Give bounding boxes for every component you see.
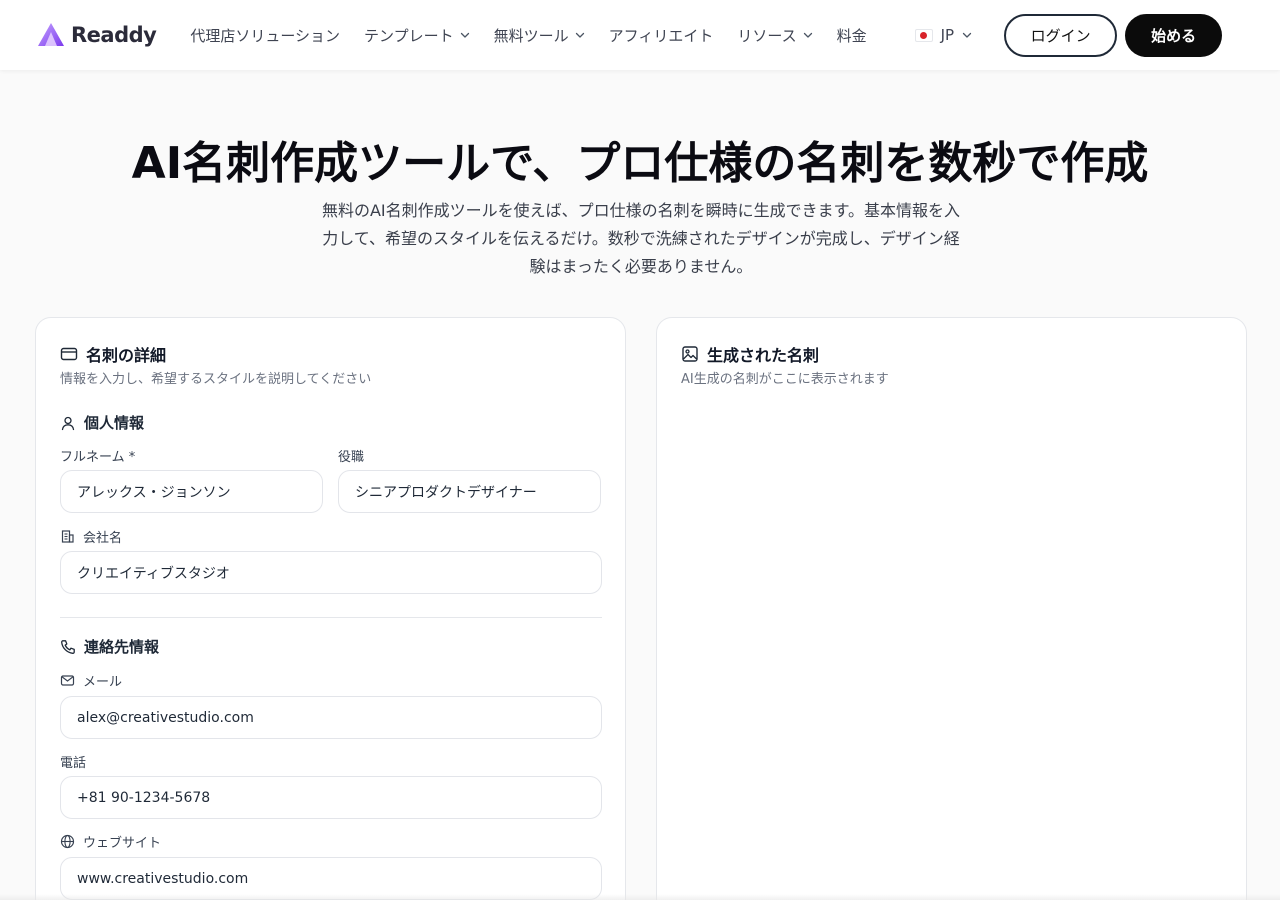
chevron-down-icon (575, 32, 584, 38)
personal-info-header: 個人情報 (60, 412, 144, 433)
building-icon (61, 530, 74, 543)
email-label-row: メール (60, 671, 122, 690)
job-title-input[interactable]: シニアプロダクトデザイナー (338, 470, 601, 513)
language-code: JP (940, 26, 955, 44)
readdy-logo-icon (38, 23, 64, 46)
full-name-label: フルネーム * (60, 450, 136, 465)
panel-header: 生成された名刺 (681, 342, 819, 366)
page-subtitle: 無料のAI名刺作成ツールを使えば、プロ仕様の名刺を瞬時に生成できます。基本情報を… (321, 201, 961, 276)
generated-card-panel: 生成された名刺 AI生成の名刺がここに表示されます (656, 317, 1247, 900)
credit-card-icon (60, 347, 78, 361)
panel-description: 情報を入力し、希望するスタイルを説明してください (60, 372, 372, 387)
panel-title: 名刺の詳細 (86, 346, 167, 365)
panel-title: 生成された名刺 (707, 346, 820, 365)
page: Readdy 代理店ソリューション テンプレート 無料ツール アフィリエイト リ… (0, 0, 1280, 900)
nav-item-label: アフィリエイト (608, 26, 714, 45)
section-divider (60, 617, 602, 618)
panel-description: AI生成の名刺がここに表示されます (681, 372, 889, 387)
section-title: 個人情報 (84, 414, 145, 432)
login-button[interactable]: ログイン (1004, 13, 1118, 57)
website-label: ウェブサイト (83, 836, 162, 851)
brand-name: Readdy (71, 23, 157, 47)
nav-item-agency-solutions[interactable]: 代理店ソリューション (190, 25, 340, 46)
website-label-row: ウェブサイト (60, 832, 161, 851)
image-icon (682, 346, 698, 362)
business-card-details-panel: 名刺の詳細 情報を入力し、希望するスタイルを説明してください 個人情報 フルネー… (35, 317, 626, 900)
nav-item-resources[interactable]: リソース (737, 25, 812, 46)
company-input[interactable]: クリエイティブスタジオ (60, 551, 602, 594)
phone-input[interactable]: +81 90-1234-5678 (60, 776, 602, 819)
contact-info-header: 連絡先情報 (60, 636, 159, 657)
company-label-row: 会社名 (60, 527, 122, 546)
top-nav: Readdy 代理店ソリューション テンプレート 無料ツール アフィリエイト リ… (0, 0, 1280, 70)
main-nav: 代理店ソリューション テンプレート 無料ツール アフィリエイト リソース 料金 (190, 25, 866, 46)
chevron-down-icon (803, 32, 812, 38)
job-title-label: 役職 (338, 450, 365, 465)
panel-header: 名刺の詳細 (60, 342, 166, 366)
language-selector[interactable]: JP (914, 26, 972, 44)
user-icon (61, 416, 75, 430)
phone-icon (61, 639, 75, 654)
nav-item-free-tools[interactable]: 無料ツール (494, 25, 585, 46)
nav-item-label: 料金 (836, 26, 867, 45)
email-label: メール (83, 675, 123, 690)
nav-item-templates[interactable]: テンプレート (364, 25, 470, 46)
nav-item-pricing[interactable]: 料金 (837, 25, 867, 46)
mail-icon (60, 675, 75, 686)
nav-item-label: 代理店ソリューション (190, 26, 341, 45)
page-title: AI名刺作成ツールで、プロ仕様の名刺を数秒で作成 (131, 138, 1149, 189)
nav-item-label: 無料ツール (493, 26, 569, 45)
section-title: 連絡先情報 (84, 638, 160, 656)
get-started-button[interactable]: 始める (1125, 13, 1223, 57)
company-label: 会社名 (83, 531, 123, 546)
bottom-fade (0, 894, 1280, 900)
globe-icon (60, 834, 75, 849)
nav-item-affiliate[interactable]: アフィリエイト (609, 25, 714, 46)
chevron-down-icon (460, 32, 469, 38)
japan-flag-icon (914, 28, 933, 42)
chevron-down-icon (962, 32, 972, 38)
brand-logo[interactable]: Readdy (37, 22, 157, 48)
email-input[interactable]: alex@creativestudio.com (60, 696, 602, 739)
nav-item-label: リソース (737, 26, 797, 45)
full-name-input[interactable]: アレックス・ジョンソン (60, 470, 323, 513)
nav-item-label: テンプレート (364, 26, 454, 45)
phone-label: 電話 (60, 756, 87, 771)
